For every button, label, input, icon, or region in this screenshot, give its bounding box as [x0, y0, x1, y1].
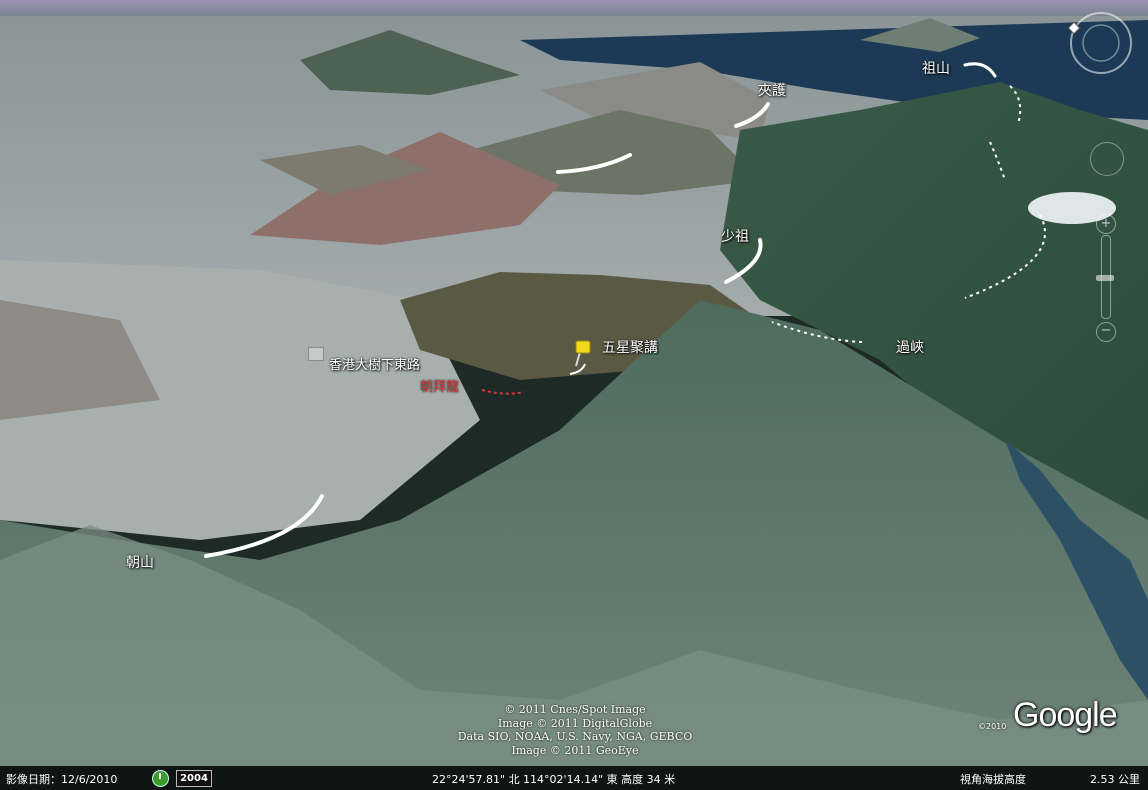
label-zushan[interactable]: 祖山	[922, 58, 950, 78]
pointer-coordinates: 22°24'57.81" 北 114°02'14.14" 東 高度 34 米	[432, 773, 676, 786]
label-jiahu[interactable]: 夾護	[758, 80, 786, 100]
imagery-date: 影像日期：12/6/2010	[6, 773, 118, 786]
compass-control[interactable]	[1068, 10, 1134, 76]
credit-line: Data SIO, NOAA, U.S. Navy, NGA, GEBCO	[457, 730, 693, 743]
label-guoxia[interactable]: 過峽	[896, 337, 924, 357]
eye-altitude-value: 2.53 公里	[1090, 773, 1140, 786]
label-chaobai[interactable]: 朝拜龍	[420, 376, 459, 395]
label-wuxing[interactable]: 五星聚講	[602, 337, 658, 357]
dotted-chaobai	[481, 389, 525, 395]
label-road[interactable]: 香港大樹下東路	[329, 354, 420, 373]
historical-year-badge[interactable]: 2004	[176, 770, 212, 787]
status-bar: 影像日期：12/6/2010 2004 22°24'57.81" 北 114°0…	[0, 766, 1148, 790]
map-view[interactable]: 祖山 夾護 少祖 過峽 五星聚講 香港大樹下東路 朝拜龍 朝山 + − © 20…	[0, 0, 1148, 790]
zoom-out-button[interactable]: −	[1096, 322, 1116, 342]
imagery-credits: © 2011 Cnes/Spot Image Image © 2011 Digi…	[430, 703, 720, 757]
label-shaozu[interactable]: 少祖	[721, 226, 749, 246]
pan-control[interactable]	[1090, 142, 1124, 176]
eye-altitude-label: 視角海拔高度	[960, 773, 1026, 786]
credit-line: Image © 2011 DigitalGlobe	[497, 716, 653, 730]
road-marker-icon[interactable]	[308, 347, 324, 361]
terrain-imagery[interactable]	[0, 0, 1148, 790]
zoom-slider-handle[interactable]	[1096, 275, 1114, 281]
credit-line: © 2011 Cnes/Spot Image	[504, 703, 646, 716]
logo-year: ©2010	[978, 722, 1007, 731]
zoom-in-button[interactable]: +	[1096, 214, 1116, 234]
google-logo: Google	[1013, 696, 1118, 734]
historical-imagery-icon[interactable]	[152, 770, 169, 787]
credit-line: Image © 2011 GeoEye	[511, 743, 639, 757]
label-chaoshan[interactable]: 朝山	[126, 552, 154, 572]
